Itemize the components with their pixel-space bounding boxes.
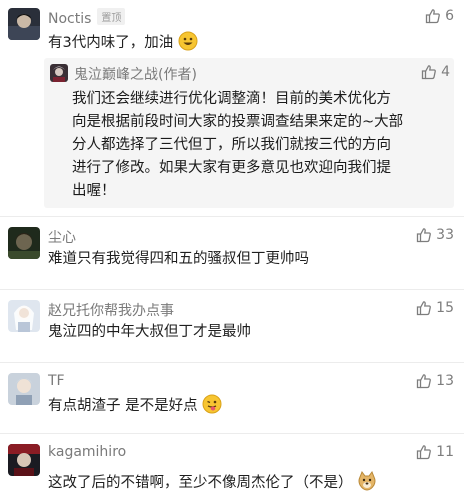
thumbs-up-icon (417, 374, 432, 389)
comment-text: 难道只有我觉得四和五的骚叔但丁更帅吗 (48, 251, 309, 267)
reply-line: 出喔！ (72, 183, 116, 199)
comment-text-content: 有3代内味了，加油 (48, 35, 174, 51)
comment-text: 这改了后的不错啊，至少不像周杰伦了（不是） (48, 471, 377, 494)
grinning-emoji-icon (178, 31, 198, 51)
like-button[interactable]: 6 (425, 8, 454, 24)
comment-text: 有点胡渣子 是不是好点 (48, 394, 222, 417)
reply-avatar[interactable] (50, 64, 68, 82)
reply-username[interactable]: 鬼泣巅峰之战(作者) (74, 64, 197, 84)
like-count: 15 (436, 300, 454, 316)
comment-text-content: 这改了后的不错啊，至少不像周杰伦了（不是） (48, 475, 353, 491)
like-button[interactable]: 33 (416, 227, 454, 243)
comment-text: 有3代内味了，加油 (48, 31, 198, 54)
avatar[interactable] (8, 8, 40, 40)
username[interactable]: 尘心 (48, 227, 76, 247)
reply-line: 向是根据前段时间大家的投票调查结果来定的~大部 (72, 114, 404, 130)
username-text: Noctis (48, 11, 92, 27)
like-count: 13 (436, 373, 454, 389)
pinned-badge: 置顶 (97, 8, 126, 25)
username[interactable]: Noctis 置顶 (48, 8, 126, 27)
thumbs-up-icon (417, 301, 432, 316)
username[interactable]: TF (48, 373, 65, 389)
doge-emoji-icon (358, 471, 376, 491)
reply-line: 我们还会继续进行优化调整滴！目前的美术优化方 (72, 91, 391, 107)
thumbs-up-icon (425, 9, 440, 24)
thumbs-up-icon (417, 445, 432, 460)
avatar[interactable] (8, 444, 40, 476)
like-count: 6 (445, 8, 454, 24)
like-button[interactable]: 15 (416, 300, 454, 316)
reply-like-button[interactable]: 4 (421, 64, 450, 80)
like-count: 33 (436, 227, 454, 243)
avatar[interactable] (8, 227, 40, 259)
reply-line: 进行了修改。如果大家有更多意见也欢迎向我们提 (72, 160, 391, 176)
comment-item: Noctis 置顶 6 有3代内味了，加油 鬼泣巅峰之战(作者) 4 我们还会继续… (0, 0, 464, 224)
reply-line: 分人都选择了三代但丁，所以我们就按三代的方向 (72, 137, 391, 153)
username[interactable]: kagamihiro (48, 444, 126, 460)
avatar[interactable] (8, 300, 40, 332)
avatar[interactable] (8, 373, 40, 405)
comment-item: kagamihiro 11 这改了后的不错啊，至少不像周杰伦了（不是） (0, 434, 464, 504)
thumbs-up-icon (421, 65, 436, 80)
like-button[interactable]: 13 (416, 373, 454, 389)
comment-text: 鬼泣四的中年大叔但丁才是最帅 (48, 324, 251, 340)
like-count: 4 (441, 64, 450, 80)
comment-item: 尘心 33 难道只有我觉得四和五的骚叔但丁更帅吗 (0, 217, 464, 289)
comment-text-content: 有点胡渣子 是不是好点 (48, 398, 198, 414)
comment-item: TF 13 有点胡渣子 是不是好点 (0, 363, 464, 433)
comment-item: 赵兄托你帮我办点事 15 鬼泣四的中年大叔但丁才是最帅 (0, 290, 464, 362)
tongue-out-emoji-icon (202, 394, 222, 414)
like-count: 11 (436, 444, 454, 460)
thumbs-up-icon (417, 228, 432, 243)
username[interactable]: 赵兄托你帮我办点事 (48, 300, 174, 320)
like-button[interactable]: 11 (416, 444, 454, 460)
